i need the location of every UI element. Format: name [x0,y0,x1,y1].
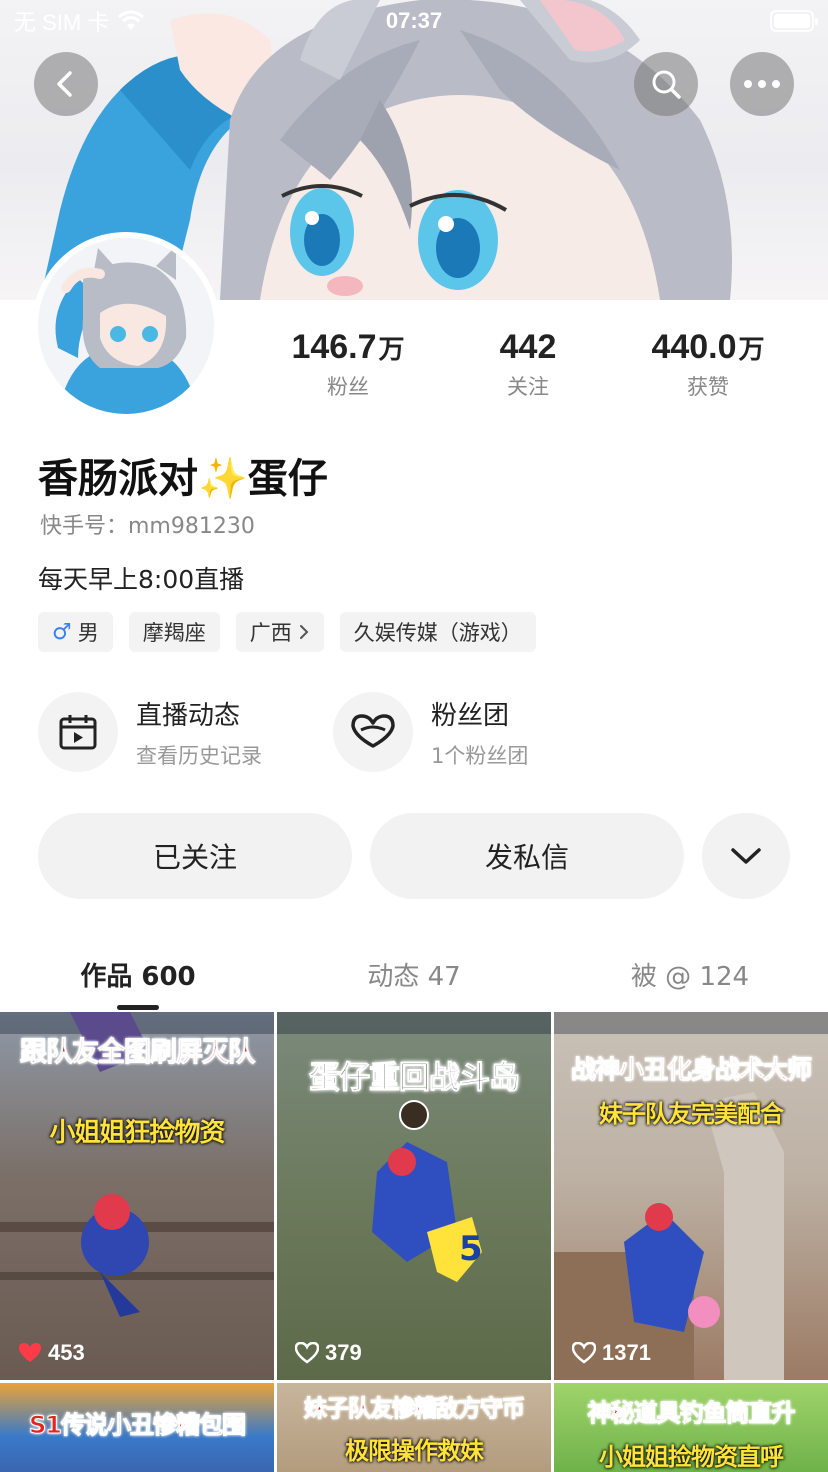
back-button[interactable] [34,52,98,116]
video-tile[interactable]: 战神小丑化身战术大师 妹子队友完美配合 1371 [554,1012,828,1380]
heart-outline-icon [295,1342,319,1364]
likes-count: 453 [48,1340,85,1365]
likes-count: 1371 [602,1340,651,1365]
gender-label: 男 [77,621,99,645]
profile-stats: 146.7万 粉丝 442 关注 440.0万 获赞 [258,328,798,401]
followers-unit: 万 [378,334,405,364]
profile-bio: 每天早上8:00直播 [38,565,245,594]
following-stat[interactable]: 442 关注 [438,328,618,401]
profile-name: 香肠派对✨蛋仔 [38,456,328,502]
video-subtitle: 小姐姐狂捡物资 [49,1118,225,1148]
avatar[interactable] [32,232,220,420]
video-tile[interactable]: 神秘道具钓鱼筒直升 小姐姐捡物资直呼 [554,1383,828,1472]
likes-stat[interactable]: 440.0万 获赞 [618,328,798,401]
profile-actions: 已关注 发私信 [38,813,790,899]
battery-icon [770,10,818,32]
fan-club-heart-icon [351,714,395,748]
tab-mentioned[interactable]: 被 @ 124 [552,950,828,1010]
avatar-image [38,238,214,414]
video-likes: 453 [18,1340,85,1366]
live-title: 直播动态 [136,700,241,731]
wifi-icon [118,10,145,30]
more-options-button[interactable] [730,52,794,116]
profile-tags: ♂ 男 摩羯座 广西 久娱传媒（游戏） [38,612,536,652]
region-tag[interactable]: 广西 [235,612,324,652]
video-subtitle: 极限操作救妹 [345,1437,484,1465]
fanclub-icon-wrap [333,692,413,772]
video-title: S1传说小丑惨糟包围 [29,1411,247,1440]
fan-club-card[interactable]: 粉丝团 1个粉丝团 [333,692,528,772]
likes-label: 获赞 [687,375,729,399]
likes-unit: 万 [738,334,765,364]
status-bar: 无 SIM 卡 07:37 [0,0,828,42]
live-history-card[interactable]: 直播动态 查看历史记录 [38,692,262,772]
heart-outline-icon [572,1342,596,1364]
gender-tag: ♂ 男 [38,612,113,652]
calendar-play-icon [59,715,97,750]
video-likes: 1371 [572,1340,651,1366]
fanclub-title: 粉丝团 [431,700,510,731]
send-message-button[interactable]: 发私信 [370,813,684,899]
video-title: 战神小丑化身战术大师 [570,1055,812,1085]
following-label: 关注 [507,375,549,399]
zodiac-label: 摩羯座 [142,621,206,645]
followers-stat[interactable]: 146.7万 粉丝 [258,328,438,401]
chevron-down-icon [731,848,761,864]
likes-count: 440.0 [651,328,737,366]
video-likes: 379 [295,1340,362,1366]
expand-button[interactable] [702,813,790,899]
video-tile[interactable]: 跟队友全图刷屏灭队 小姐姐狂捡物资 453 [0,1012,274,1380]
search-icon [652,70,681,99]
chevron-right-icon [299,625,309,639]
video-title: 蛋仔重回战斗岛 [309,1060,521,1097]
tab-moments[interactable]: 动态 47 [276,950,552,1010]
live-subtitle: 查看历史记录 [136,743,262,768]
kuaishou-id[interactable]: 快手号：mm981230 [40,508,255,540]
svg-text:5: 5 [459,1229,483,1269]
carrier-label: 无 SIM 卡 [14,10,110,35]
followed-button[interactable]: 已关注 [38,813,352,899]
chevron-left-icon [57,71,72,97]
more-dots-icon [744,80,780,88]
video-tile[interactable]: S1传说小丑惨糟包围 [0,1383,274,1472]
video-title: 跟队友全图刷屏灭队 [20,1037,256,1069]
likes-count: 379 [325,1340,362,1365]
video-subtitle: 小姐姐捡物资直呼 [599,1443,784,1471]
organization-label: 久娱传媒（游戏） [353,621,522,645]
followers-count: 146.7 [291,328,377,366]
male-icon: ♂ [52,619,72,645]
followers-label: 粉丝 [327,375,369,399]
zodiac-tag: 摩羯座 [128,612,220,652]
video-subtitle: 妹子队友完美配合 [599,1100,784,1128]
heart-filled-icon [19,1343,41,1362]
fanclub-subtitle: 1个粉丝团 [431,743,529,768]
content-tabs: 作品 600 动态 47 被 @ 124 [0,950,828,1010]
video-title: 妹子队友惨糟敌方守币 [304,1396,526,1423]
search-button[interactable] [634,52,698,116]
video-tile[interactable]: 妹子队友惨糟敌方守币 极限操作救妹 [277,1383,551,1472]
video-title: 神秘道具钓鱼筒直升 [587,1399,796,1428]
tab-works[interactable]: 作品 600 [0,950,276,1010]
organization-tag[interactable]: 久娱传媒（游戏） [339,612,536,652]
following-count: 442 [499,328,557,366]
live-icon-wrap [38,692,118,772]
video-tile[interactable]: 5 蛋仔重回战斗岛 379 [277,1012,551,1380]
region-label: 广西 [249,621,292,645]
